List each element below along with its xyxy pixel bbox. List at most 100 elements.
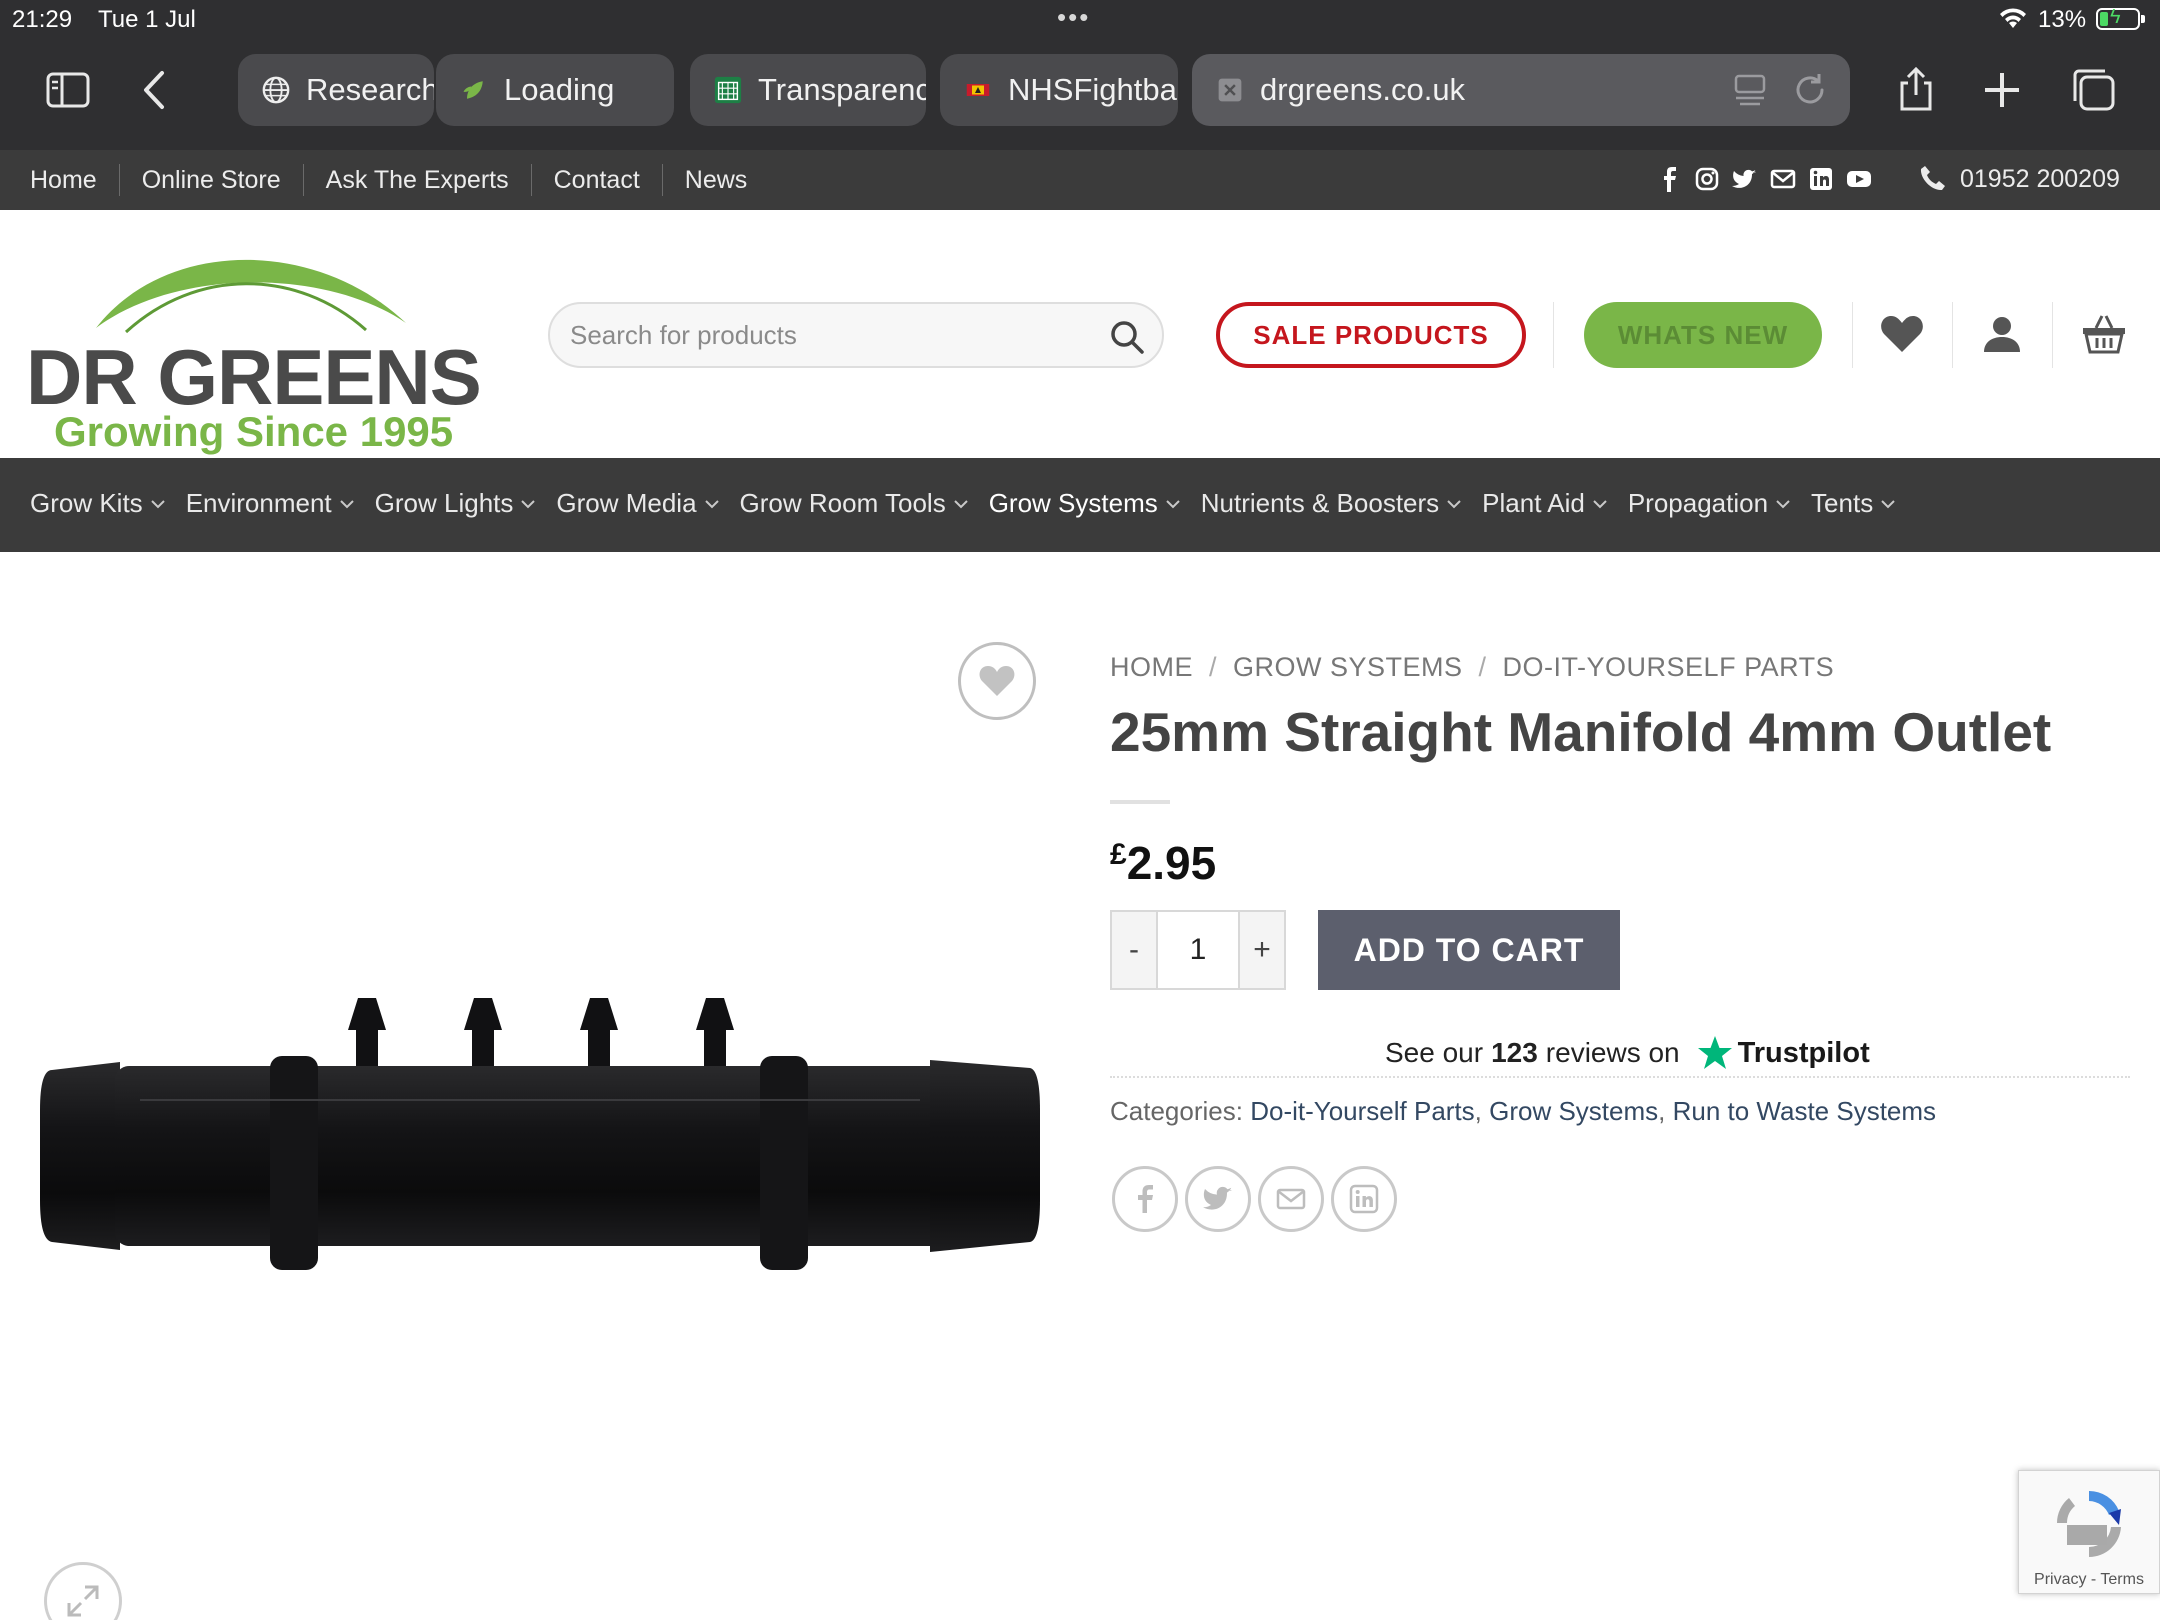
tab-label: Loading — [504, 72, 615, 107]
chevron-down-icon — [704, 499, 719, 508]
phone-contact[interactable]: 01952 200209 — [1918, 164, 2120, 194]
trustpilot-widget[interactable]: See our 123 reviews on Trustpilot — [1385, 1034, 1870, 1072]
nav-propagation[interactable]: Propagation — [1628, 488, 1791, 519]
chevron-down-icon — [150, 499, 165, 508]
product-search — [548, 302, 1164, 368]
cart-basket-icon[interactable] — [2080, 310, 2128, 358]
nav-tents[interactable]: Tents — [1811, 488, 1896, 519]
top-link-news[interactable]: News — [661, 164, 770, 196]
site-logo[interactable]: DR GREENS Growing Since 1995 — [26, 228, 486, 455]
top-link-online-store[interactable]: Online Store — [118, 164, 303, 196]
tab-loading[interactable]: Loading — [436, 54, 674, 126]
sidebar-toggle-icon[interactable] — [36, 58, 100, 122]
tab-label: NHSFightba — [1008, 72, 1177, 107]
email-icon[interactable] — [1770, 166, 1796, 192]
header-divider — [1852, 302, 1853, 368]
linkedin-icon[interactable] — [1808, 166, 1834, 192]
nav-label: Grow Room Tools — [739, 488, 946, 518]
logo-tagline: Growing Since 1995 — [54, 408, 454, 455]
wishlist-heart-icon[interactable] — [1878, 310, 1926, 358]
nav-label: Nutrients & Boosters — [1200, 488, 1440, 518]
whats-new-button[interactable]: WHATS NEW — [1584, 302, 1822, 368]
multitasking-dots-icon[interactable]: ••• — [1057, 2, 1090, 33]
tab-nhsfightback[interactable]: NHSFightba — [940, 54, 1178, 126]
browser-chrome: 21:29 Tue 1 Jul ••• 13% ϟ Research Loadi… — [0, 0, 2160, 150]
account-user-icon[interactable] — [1978, 310, 2026, 358]
nav-label: Environment — [185, 488, 332, 518]
category-link-run-to-waste[interactable]: Run to Waste Systems — [1673, 1096, 1936, 1126]
trustpilot-count: 123 — [1491, 1037, 1538, 1068]
share-email-icon[interactable] — [1258, 1166, 1324, 1232]
product-categories: Categories: Do-it-Yourself Parts, Grow S… — [1110, 1096, 1937, 1126]
add-to-wishlist-button[interactable] — [958, 642, 1036, 720]
tab-overview-icon[interactable] — [2062, 58, 2126, 122]
recaptcha-privacy-link[interactable]: Privacy — [2034, 1571, 2086, 1588]
nav-grow-kits[interactable]: Grow Kits — [30, 488, 166, 519]
search-input[interactable] — [570, 312, 1090, 358]
reader-mode-icon[interactable] — [1730, 70, 1770, 110]
recaptcha-terms-link[interactable]: Terms — [2100, 1571, 2144, 1588]
twitter-icon[interactable] — [1732, 166, 1758, 192]
share-linkedin-icon[interactable] — [1331, 1166, 1397, 1232]
instagram-icon[interactable] — [1694, 166, 1720, 192]
back-icon[interactable] — [124, 58, 188, 122]
share-facebook-icon[interactable] — [1112, 1166, 1178, 1232]
close-tab-icon[interactable] — [1214, 74, 1246, 106]
breadcrumb-grow-systems[interactable]: GROW SYSTEMS — [1233, 652, 1463, 683]
new-tab-icon[interactable] — [1970, 58, 2034, 122]
reload-icon[interactable] — [1790, 70, 1830, 110]
top-link-home[interactable]: Home — [30, 164, 119, 196]
categories-label: Categories: — [1110, 1096, 1243, 1126]
chevron-down-icon — [953, 499, 968, 508]
nav-label: Plant Aid — [1482, 488, 1585, 518]
category-link-diy-parts[interactable]: Do-it-Yourself Parts — [1250, 1096, 1474, 1126]
quantity-input[interactable]: 1 — [1156, 912, 1240, 988]
breadcrumb-home[interactable]: HOME — [1110, 652, 1193, 683]
add-to-cart-button[interactable]: ADD TO CART — [1318, 910, 1620, 990]
nav-grow-lights[interactable]: Grow Lights — [375, 488, 537, 519]
product-image-manifold[interactable] — [40, 990, 1040, 1290]
top-link-contact[interactable]: Contact — [530, 164, 662, 196]
sale-products-button[interactable]: SALE PRODUCTS — [1216, 302, 1526, 368]
nav-nutrients-boosters[interactable]: Nutrients & Boosters — [1201, 488, 1462, 519]
zoom-image-button[interactable] — [44, 1562, 122, 1620]
active-tab-address-bar[interactable]: drgreens.co.uk — [1192, 54, 1850, 126]
quantity-decrease-button[interactable]: - — [1112, 912, 1156, 988]
trustpilot-prefix: See our — [1385, 1037, 1484, 1068]
chevron-down-icon — [521, 499, 536, 508]
chevron-down-icon — [1881, 499, 1895, 508]
status-date: Tue 1 Jul — [98, 6, 196, 33]
search-icon[interactable] — [1108, 318, 1146, 356]
heart-icon — [979, 666, 1015, 696]
share-twitter-icon[interactable] — [1185, 1166, 1251, 1232]
nav-label: Grow Lights — [374, 488, 514, 518]
social-links — [1656, 166, 1884, 192]
tab-research[interactable]: Research — [238, 54, 434, 126]
nav-environment[interactable]: Environment — [186, 488, 355, 519]
parliament-icon — [712, 74, 744, 106]
facebook-icon[interactable] — [1656, 166, 1682, 192]
nav-grow-media[interactable]: Grow Media — [556, 488, 719, 519]
breadcrumb: HOME / GROW SYSTEMS / DO-IT-YOURSELF PAR… — [1110, 652, 1834, 683]
price-currency: £ — [1110, 838, 1127, 871]
nav-grow-room-tools[interactable]: Grow Room Tools — [740, 488, 969, 519]
youtube-icon[interactable] — [1846, 166, 1872, 192]
chevron-down-icon — [339, 499, 354, 508]
phone-number: 01952 200209 — [1960, 164, 2120, 193]
category-link-grow-systems[interactable]: Grow Systems — [1489, 1096, 1658, 1126]
nav-label: Grow Media — [556, 488, 697, 518]
tab-transparency[interactable]: Transparenc — [690, 54, 926, 126]
top-link-ask-the-experts[interactable]: Ask The Experts — [302, 164, 531, 196]
recaptcha-badge[interactable]: Privacy - Terms — [2018, 1470, 2160, 1594]
header-divider — [2052, 302, 2053, 368]
nav-grow-systems[interactable]: Grow Systems — [989, 488, 1181, 519]
breadcrumb-diy-parts[interactable]: DO-IT-YOURSELF PARTS — [1503, 652, 1835, 683]
nav-label: Tents — [1811, 488, 1874, 518]
share-icon[interactable] — [1884, 58, 1948, 122]
quantity-increase-button[interactable]: + — [1240, 912, 1284, 988]
status-time: 21:29 — [12, 6, 73, 33]
nav-label: Grow Kits — [30, 488, 143, 518]
trustpilot-suffix: reviews on — [1545, 1037, 1680, 1068]
nav-plant-aid[interactable]: Plant Aid — [1482, 488, 1608, 519]
url-text: drgreens.co.uk — [1260, 72, 1466, 107]
